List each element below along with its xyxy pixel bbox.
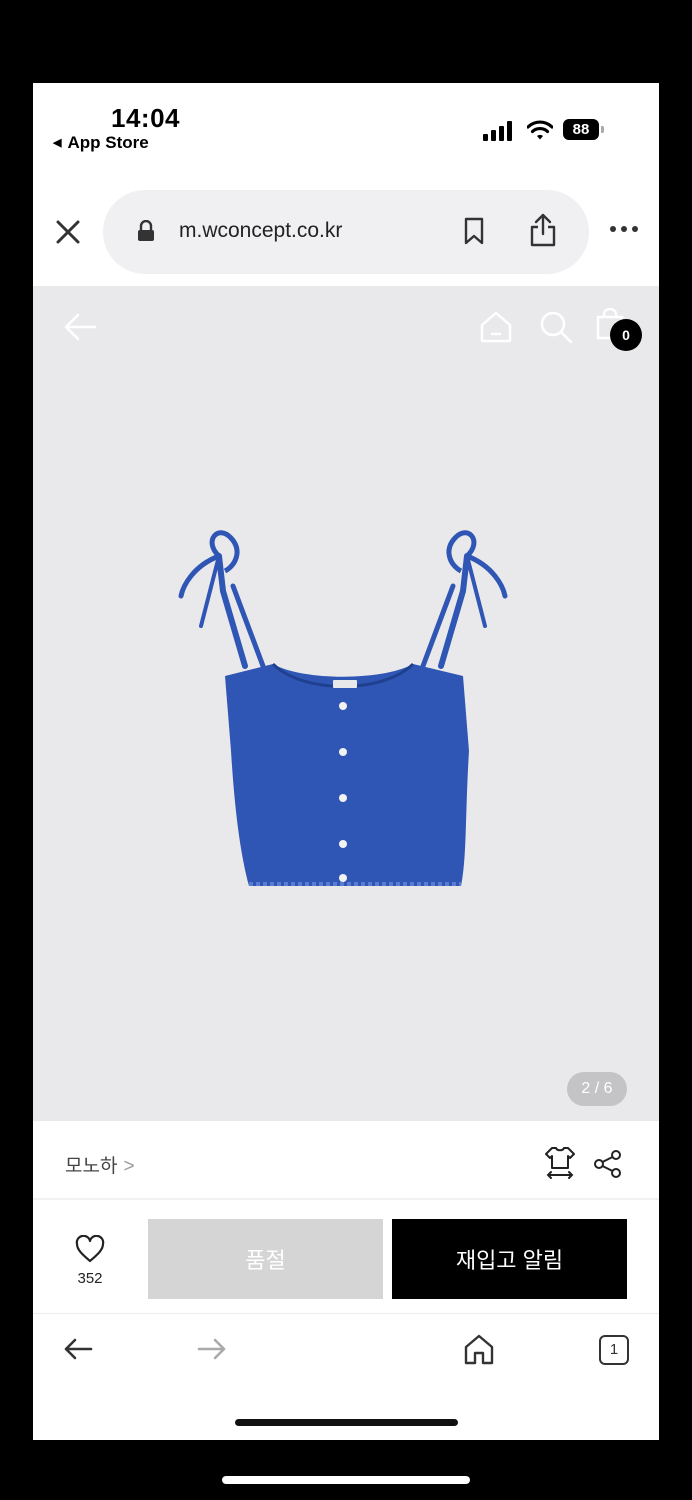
battery-indicator: 88 [563, 119, 607, 141]
tabs-icon[interactable]: 1 [599, 1335, 629, 1365]
wifi-icon [527, 120, 553, 140]
browser-home-icon[interactable] [463, 1333, 495, 1365]
product-image [178, 530, 508, 886]
share-nodes-icon[interactable] [593, 1149, 623, 1179]
size-guide-icon[interactable] [543, 1145, 577, 1179]
status-time: 14:04 [111, 103, 180, 133]
forward-arrow-icon[interactable] [197, 1337, 227, 1361]
phone-screen: 14:04 ◀ App Store 88 m.wconcept.co.kr 0 … [33, 83, 659, 1440]
product-image-gallery[interactable]: 0 2 / 6 [33, 286, 659, 1121]
divider [33, 1313, 659, 1314]
back-to-app-link[interactable]: ◀ App Store [53, 133, 149, 153]
search-icon[interactable] [539, 310, 573, 344]
brand-name: 모노하 [65, 1156, 118, 1177]
cart-count-badge: 0 [610, 319, 642, 351]
home-icon[interactable] [479, 310, 513, 344]
battery-level: 88 [572, 121, 590, 138]
close-icon[interactable] [53, 217, 83, 247]
address-bar[interactable] [103, 190, 589, 274]
like-count: 352 [77, 1270, 103, 1287]
home-indicator [235, 1419, 458, 1426]
browser-back-icon[interactable] [63, 1337, 93, 1361]
image-counter: 2 / 6 [567, 1072, 627, 1106]
signal-icon [483, 121, 512, 141]
share-icon[interactable] [528, 213, 558, 247]
more-icon[interactable] [609, 225, 639, 233]
back-arrow-icon[interactable] [63, 312, 97, 342]
back-app-label: App Store [67, 133, 149, 152]
restock-alert-button[interactable]: 재입고 알림 [392, 1219, 627, 1299]
url-text[interactable]: m.wconcept.co.kr [179, 219, 342, 243]
divider [33, 1198, 659, 1200]
sold-out-button[interactable]: 품절 [148, 1219, 383, 1299]
chevron-right-icon: > [123, 1156, 135, 1177]
heart-icon[interactable] [75, 1235, 105, 1263]
bookmark-icon[interactable] [463, 217, 485, 245]
brand-link[interactable]: 모노하 > [65, 1151, 135, 1178]
outer-home-indicator [222, 1476, 470, 1484]
back-triangle-icon: ◀ [53, 137, 62, 149]
lock-icon [138, 220, 154, 241]
